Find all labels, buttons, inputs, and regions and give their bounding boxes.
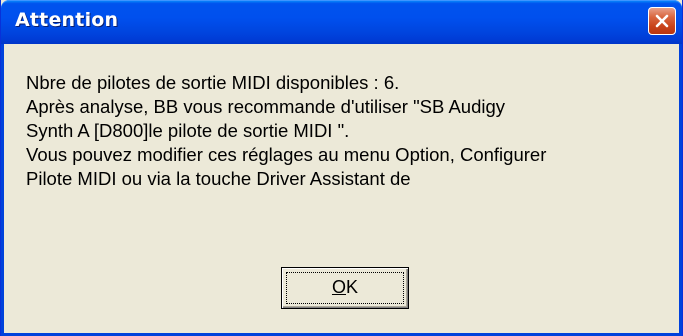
ok-button-label: OK [282,277,408,298]
ok-mnemonic: O [331,277,346,297]
message-line: Après analyse, BB vous recommande d'util… [26,96,506,117]
message-line: Synth A [D800]le pilote de sortie MIDI "… [26,120,350,141]
message-line: Pilote MIDI ou via la touche Driver Assi… [26,168,411,189]
close-icon [655,14,669,28]
ok-button[interactable]: OK [281,267,409,309]
dialog-window: Attention Nbre de pilotes de sortie MIDI… [0,0,683,336]
message-line: Nbre de pilotes de sortie MIDI disponibl… [26,72,400,93]
ok-label-rest: K [346,277,359,297]
dialog-title: Attention [15,9,119,31]
close-button[interactable] [648,7,676,35]
title-bar[interactable]: Attention [1,0,682,44]
message-text: Nbre de pilotes de sortie MIDI disponibl… [26,71,671,191]
message-line: Vous pouvez modifier ces réglages au men… [26,144,547,165]
